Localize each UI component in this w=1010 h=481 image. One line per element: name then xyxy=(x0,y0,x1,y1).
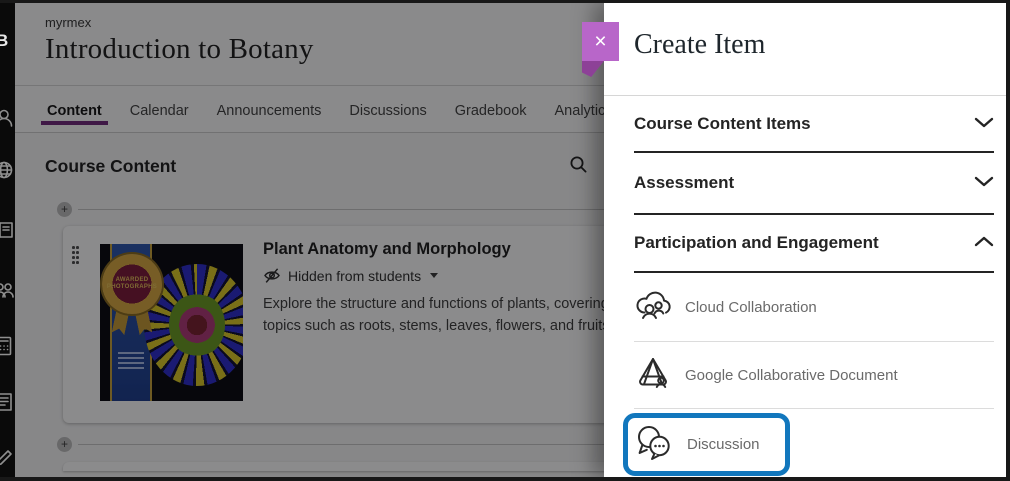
screenshot-frame: B myrmex Introduction to Botany Content … xyxy=(0,0,1010,481)
menu-item-discussion[interactable]: Discussion xyxy=(634,409,994,481)
accordion-assessment[interactable]: Assessment xyxy=(604,153,1006,215)
cloud-collaboration-icon xyxy=(634,286,672,329)
accordion-participation-engagement[interactable]: Participation and Engagement xyxy=(604,215,1006,273)
globe-icon[interactable] xyxy=(0,159,15,181)
accordion-label: Participation and Engagement xyxy=(634,233,879,253)
create-item-panel: Create Item Course Content Items Assessm… xyxy=(604,3,1006,477)
menu-item-label: Discussion xyxy=(687,436,760,453)
panel-title: Create Item xyxy=(634,29,1006,61)
blackboard-logo-icon[interactable]: B xyxy=(0,31,15,53)
profile-icon[interactable] xyxy=(0,107,15,129)
course-page: myrmex Introduction to Botany Content Ca… xyxy=(15,3,604,477)
discussion-icon xyxy=(634,423,674,466)
chevron-down-icon xyxy=(974,174,994,192)
accordion-label: Assessment xyxy=(634,173,734,193)
calculator-icon[interactable] xyxy=(0,335,15,357)
messages-icon[interactable] xyxy=(0,391,15,413)
menu-item-cloud-collaboration[interactable]: Cloud Collaboration xyxy=(634,273,994,342)
menu-item-label: Google Collaborative Document xyxy=(685,367,898,384)
global-nav-sidebar: B xyxy=(0,3,15,477)
courses-icon[interactable] xyxy=(0,219,15,241)
close-panel-button[interactable]: × xyxy=(582,22,619,61)
google-document-icon xyxy=(634,354,672,397)
organizations-icon[interactable] xyxy=(0,279,15,301)
modal-dim-overlay xyxy=(15,3,604,477)
chevron-up-icon xyxy=(974,234,994,252)
accordion-label: Course Content Items xyxy=(634,114,811,134)
selection-highlight-box: Discussion xyxy=(623,413,790,476)
chevron-down-icon xyxy=(974,115,994,133)
panel-header: Create Item xyxy=(604,3,1006,96)
menu-item-google-collaborative-document[interactable]: Google Collaborative Document xyxy=(634,342,994,409)
pencil-icon[interactable] xyxy=(0,447,15,469)
accordion-course-content-items[interactable]: Course Content Items xyxy=(604,96,1006,153)
menu-item-label: Cloud Collaboration xyxy=(685,299,817,316)
close-icon: × xyxy=(594,30,606,53)
